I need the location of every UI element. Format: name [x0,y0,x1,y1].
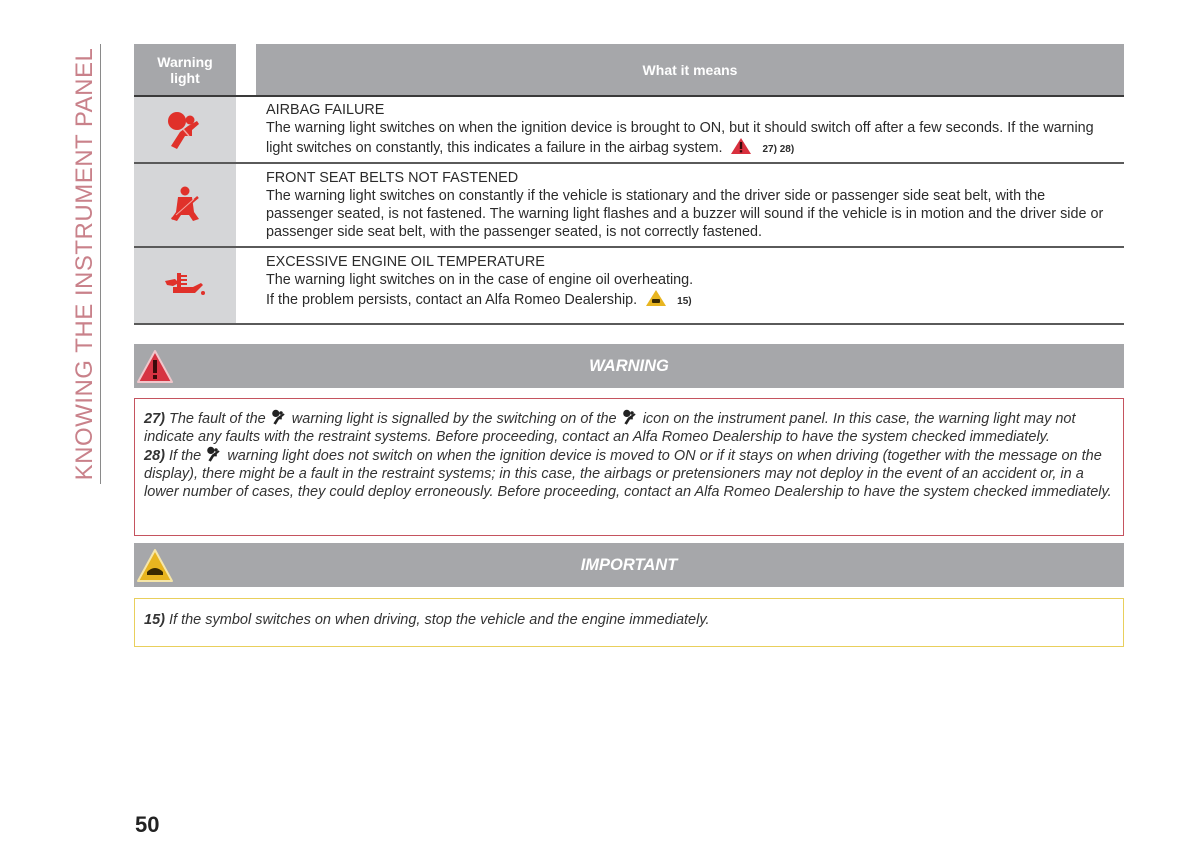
airbag-icon [622,409,636,425]
row-text-2: If the problem persists, contact an Alfa… [266,292,638,308]
page-number: 50 [135,812,160,837]
table-header: Warning light What it means [134,44,1124,97]
section-divider [100,44,101,484]
warning-lights-table: Warning light What it means AIRBAG FAILU… [134,44,1124,325]
airbag-warning-icon [168,111,199,149]
row-text: The warning light switches on when the i… [266,120,1094,156]
warning-heading: WARNING [589,356,669,375]
engine-oil-temperature-icon [165,272,205,295]
row-title: FRONT SEAT BELTS NOT FASTENED [266,170,519,186]
important-banner: IMPORTANT [134,543,1124,587]
row-text: The warning light switches on in the cas… [266,272,694,288]
airbag-icon [207,446,220,462]
row-refs: 27) 28) [762,144,795,155]
warning-triangle-icon [731,138,752,154]
important-note: 15) If the symbol switches on when drivi… [144,612,710,628]
important-heading: IMPORTANT [580,555,678,574]
row-title: AIRBAG FAILURE [266,102,385,118]
section-title: KNOWING THE INSTRUMENT PANEL [71,47,98,481]
warning-banner: WARNING [134,344,1124,388]
important-notes: 15) If the symbol switches on when drivi… [134,598,1124,647]
warning-triangle-icon [137,350,173,383]
table-row: EXCESSIVE ENGINE OIL TEMPERATURE The war… [134,248,1124,325]
row-title: EXCESSIVE ENGINE OIL TEMPERATURE [266,254,545,270]
header-warning-light: Warning light [134,44,236,95]
row-refs: 15) [677,296,692,307]
important-triangle-icon [646,290,667,306]
warning-note: 27) The fault of the warning light is si… [144,409,1076,445]
warning-note: 28) If the warning light does not switch… [144,446,1112,500]
table-row: FRONT SEAT BELTS NOT FASTENED The warnin… [134,164,1124,248]
warning-notes: 27) The fault of the warning light is si… [134,398,1124,536]
table-row: AIRBAG FAILURE The warning light switche… [134,97,1124,164]
airbag-icon [271,409,285,425]
header-meaning: What it means [256,44,1124,95]
important-triangle-icon [137,549,173,582]
row-text: The warning light switches on constantly… [266,188,1104,240]
seat-belt-icon [171,186,199,221]
